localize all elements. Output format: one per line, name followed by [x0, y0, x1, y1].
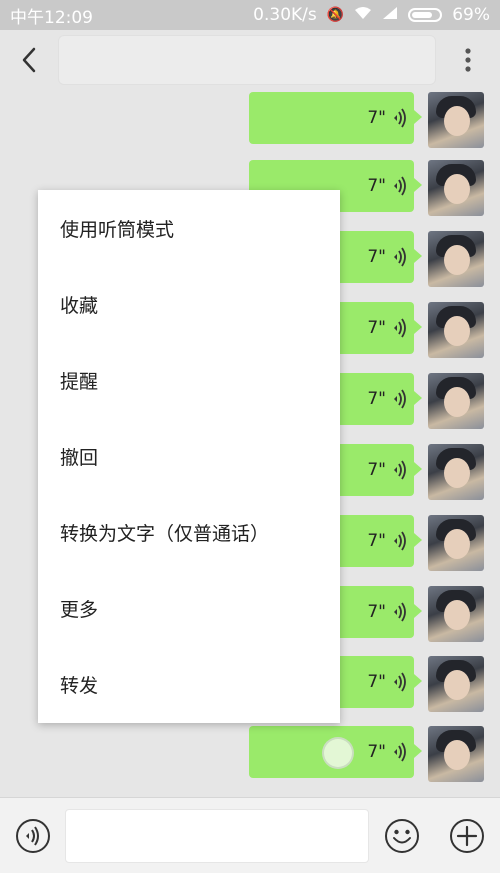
network-speed: 0.30K/s — [253, 5, 317, 25]
chevron-left-icon — [22, 47, 36, 73]
menu-item-more[interactable]: 更多 — [38, 570, 340, 646]
avatar[interactable] — [428, 231, 484, 287]
voice-wave-icon — [392, 602, 406, 622]
context-menu: 使用听筒模式 收藏 提醒 撤回 转换为文字（仅普通话） 更多 转发 — [38, 190, 340, 723]
wifi-icon — [354, 6, 372, 24]
voice-wave-icon — [392, 108, 406, 128]
voice-input-button[interactable] — [0, 798, 65, 873]
voice-wave-icon — [392, 318, 406, 338]
menu-item-convert-to-text[interactable]: 转换为文字（仅普通话） — [38, 494, 340, 570]
voice-duration: 7" — [367, 531, 386, 551]
avatar[interactable] — [428, 160, 484, 216]
voice-duration: 7" — [367, 672, 386, 692]
avatar[interactable] — [428, 586, 484, 642]
voice-duration: 7" — [367, 742, 386, 762]
voice-duration: 7" — [367, 247, 386, 267]
touch-indicator — [322, 737, 354, 769]
avatar[interactable] — [428, 444, 484, 500]
voice-icon — [15, 818, 50, 853]
plus-icon — [450, 818, 485, 853]
voice-duration: 7" — [367, 318, 386, 338]
menu-item-favorite[interactable]: 收藏 — [38, 266, 340, 342]
back-button[interactable] — [0, 30, 58, 90]
voice-wave-icon — [392, 247, 406, 267]
voice-duration: 7" — [367, 108, 386, 128]
more-vertical-icon — [465, 48, 471, 72]
voice-duration: 7" — [367, 602, 386, 622]
menu-item-recall[interactable]: 撤回 — [38, 418, 340, 494]
avatar[interactable] — [428, 726, 484, 782]
voice-duration: 7" — [367, 460, 386, 480]
signal-icon — [382, 6, 398, 24]
status-indicators: 0.30K/s 🔕 69% — [253, 5, 490, 25]
status-time: 中午12:09 — [10, 7, 93, 28]
voice-duration: 7" — [367, 176, 386, 196]
add-button[interactable] — [435, 798, 500, 873]
menu-item-earpiece-mode[interactable]: 使用听筒模式 — [38, 190, 340, 266]
voice-message-bubble[interactable]: 7" — [249, 92, 422, 144]
status-bar: 中午12:09 0.30K/s 🔕 69% — [0, 0, 500, 30]
input-bar — [0, 797, 500, 873]
mute-icon: 🔕 — [326, 7, 345, 23]
emoji-icon — [384, 818, 419, 853]
voice-wave-icon — [392, 460, 406, 480]
title-bar — [0, 30, 500, 90]
voice-wave-icon — [392, 176, 406, 196]
message-row: 7" — [0, 726, 500, 786]
avatar[interactable] — [428, 92, 484, 148]
avatar[interactable] — [428, 656, 484, 712]
voice-duration: 7" — [367, 389, 386, 409]
message-row: 7" — [0, 92, 500, 152]
more-options-button[interactable] — [436, 30, 500, 90]
chat-title — [58, 35, 436, 85]
menu-item-forward[interactable]: 转发 — [38, 646, 340, 722]
menu-item-remind[interactable]: 提醒 — [38, 342, 340, 418]
voice-wave-icon — [392, 742, 406, 762]
voice-wave-icon — [392, 389, 406, 409]
message-input[interactable] — [65, 808, 370, 863]
avatar[interactable] — [428, 373, 484, 429]
emoji-button[interactable] — [369, 798, 434, 873]
avatar[interactable] — [428, 515, 484, 571]
battery-icon — [408, 8, 443, 22]
voice-wave-icon — [392, 672, 406, 692]
chat-screen: 中午12:09 0.30K/s 🔕 69% 7" 7" 7" 7" 7" 7" … — [0, 0, 500, 873]
avatar[interactable] — [428, 302, 484, 358]
voice-message-bubble[interactable]: 7" — [249, 726, 422, 778]
battery-level: 69% — [452, 5, 490, 25]
voice-wave-icon — [392, 531, 406, 551]
